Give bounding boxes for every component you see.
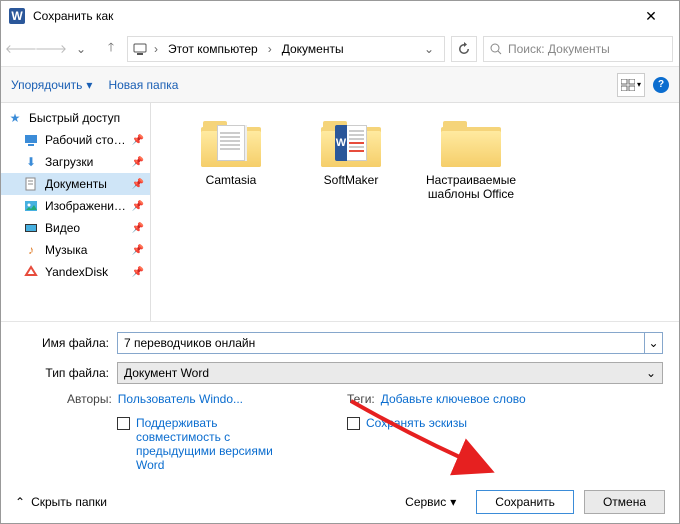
nav-forward-button[interactable]: 🡒 — [37, 36, 65, 62]
sidebar-item-quick-access[interactable]: ★ Быстрый доступ — [1, 107, 150, 129]
desktop-icon — [23, 132, 39, 148]
organize-button[interactable]: Упорядочить ▾ — [11, 78, 92, 92]
sidebar-item-desktop[interactable]: Рабочий сто…📌 — [1, 129, 150, 151]
authors-label: Авторы: — [67, 392, 112, 406]
folder-item[interactable]: W SoftMaker — [301, 119, 401, 187]
file-list: Camtasia W SoftMaker Настраиваемые шабло… — [151, 103, 679, 321]
compat-checkbox-row[interactable]: Поддерживать совместимость с предыдущими… — [117, 416, 347, 472]
navbar: 🡐 🡒 ⌄ 🡑 › Этот компьютер › Документы ⌄ П… — [1, 31, 679, 67]
nav-back-button[interactable]: 🡐 — [7, 36, 35, 62]
pin-icon: 📌 — [132, 267, 144, 278]
svg-text:W: W — [11, 9, 23, 23]
titlebar: W Сохранить как ✕ — [1, 1, 679, 31]
pin-icon: 📌 — [132, 245, 144, 256]
folder-item[interactable]: Camtasia — [181, 119, 281, 187]
search-placeholder: Поиск: Документы — [508, 42, 610, 56]
chevron-right-icon: › — [266, 42, 274, 56]
toolbar: Упорядочить ▾ Новая папка ▾ ? — [1, 67, 679, 103]
service-menu[interactable]: Сервис ▾ — [405, 495, 456, 509]
compat-label: Поддерживать совместимость с предыдущими… — [136, 416, 286, 472]
thumbs-checkbox-row[interactable]: Сохранять эскизы — [347, 416, 467, 472]
pc-icon — [132, 41, 148, 57]
folder-item[interactable]: Настраиваемые шаблоны Office — [421, 119, 521, 201]
folder-icon — [439, 119, 503, 167]
close-button[interactable]: ✕ — [631, 1, 671, 31]
filename-label: Имя файла: — [17, 336, 117, 350]
sidebar: ★ Быстрый доступ Рабочий сто…📌 ⬇ Загрузк… — [1, 103, 151, 321]
window-title: Сохранить как — [33, 9, 631, 23]
search-icon — [490, 43, 502, 55]
breadcrumb[interactable]: › Этот компьютер › Документы ⌄ — [127, 36, 445, 62]
checkbox-icon — [117, 417, 130, 430]
pin-icon: 📌 — [132, 179, 144, 190]
help-icon[interactable]: ? — [653, 77, 669, 93]
sidebar-item-pictures[interactable]: Изображени…📌 — [1, 195, 150, 217]
filetype-label: Тип файла: — [17, 366, 117, 380]
view-mode-button[interactable]: ▾ — [617, 73, 645, 97]
sidebar-item-downloads[interactable]: ⬇ Загрузки📌 — [1, 151, 150, 173]
video-icon — [23, 220, 39, 236]
tags-value[interactable]: Добавьте ключевое слово — [381, 392, 526, 406]
filetype-select[interactable]: Документ Word ⌄ — [117, 362, 663, 384]
tags-label: Теги: — [347, 392, 375, 406]
breadcrumb-dropdown[interactable]: ⌄ — [418, 42, 440, 56]
refresh-button[interactable] — [451, 36, 477, 62]
pictures-icon — [23, 198, 39, 214]
content-area: ★ Быстрый доступ Рабочий сто…📌 ⬇ Загрузк… — [1, 103, 679, 321]
filename-dropdown[interactable]: ⌄ — [645, 332, 663, 354]
downloads-icon: ⬇ — [23, 154, 39, 170]
nav-recent-button[interactable]: ⌄ — [67, 36, 95, 62]
cancel-button[interactable]: Отмена — [584, 490, 665, 514]
filename-input[interactable] — [117, 332, 645, 354]
folder-label: Настраиваемые шаблоны Office — [421, 173, 521, 201]
save-form: Имя файла: ⌄ Тип файла: Документ Word ⌄ … — [1, 321, 679, 486]
chevron-right-icon: › — [152, 42, 160, 56]
yandex-icon — [23, 264, 39, 280]
authors-value[interactable]: Пользователь Windo... — [118, 392, 243, 406]
folder-label: Camtasia — [206, 173, 257, 187]
chevron-up-icon: ⌃ — [15, 495, 25, 509]
search-input[interactable]: Поиск: Документы — [483, 36, 673, 62]
sidebar-item-video[interactable]: Видео📌 — [1, 217, 150, 239]
sidebar-item-music[interactable]: ♪ Музыка📌 — [1, 239, 150, 261]
pin-icon: 📌 — [132, 135, 144, 146]
music-icon: ♪ — [23, 242, 39, 258]
new-folder-button[interactable]: Новая папка — [108, 78, 178, 92]
breadcrumb-docs[interactable]: Документы — [278, 40, 348, 58]
word-app-icon: W — [9, 8, 25, 24]
sidebar-item-documents[interactable]: Документы📌 — [1, 173, 150, 195]
star-icon: ★ — [7, 110, 23, 126]
checkbox-icon — [347, 417, 360, 430]
sidebar-item-yandex[interactable]: YandexDisk📌 — [1, 261, 150, 283]
save-button[interactable]: Сохранить — [476, 490, 574, 514]
pin-icon: 📌 — [132, 157, 144, 168]
folder-icon: W — [319, 119, 383, 167]
documents-icon — [23, 176, 39, 192]
chevron-down-icon: ⌄ — [646, 366, 656, 380]
thumbs-label: Сохранять эскизы — [366, 416, 467, 430]
hide-folders-button[interactable]: ⌃ Скрыть папки — [15, 495, 107, 509]
footer: ⌃ Скрыть папки Сервис ▾ Сохранить Отмена — [1, 481, 679, 523]
chevron-down-icon: ▾ — [450, 495, 456, 509]
pin-icon: 📌 — [132, 223, 144, 234]
nav-up-button[interactable]: 🡑 — [97, 36, 125, 62]
breadcrumb-pc[interactable]: Этот компьютер — [164, 40, 262, 58]
folder-icon — [199, 119, 263, 167]
chevron-down-icon: ▾ — [86, 78, 92, 92]
pin-icon: 📌 — [132, 201, 144, 212]
folder-label: SoftMaker — [324, 173, 379, 187]
